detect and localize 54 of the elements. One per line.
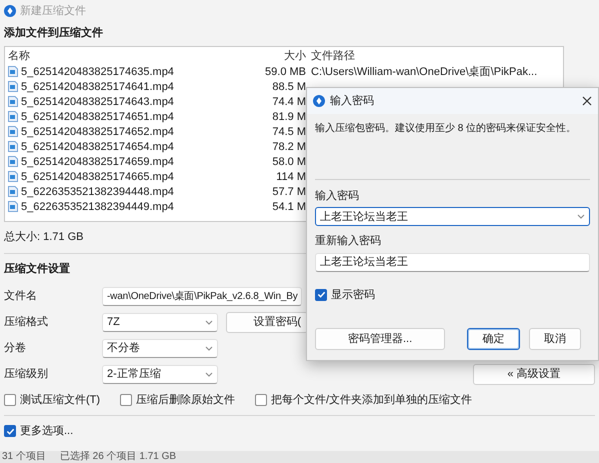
cancel-button[interactable]: 取消 <box>528 328 581 350</box>
window-title: 新建压缩文件 <box>20 4 86 18</box>
password-dropdown[interactable]: 上老王论坛当老王 <box>315 207 590 226</box>
file-name: 5_6226353521382394449.mp4 <box>21 200 174 214</box>
column-header: 文件路径 <box>310 48 355 63</box>
password-field[interactable]: 上老王论坛当老王 <box>315 252 590 272</box>
dropdown[interactable]: 7Z <box>102 312 218 332</box>
option-label: 更多选项... <box>20 424 74 438</box>
option-label: 把每个文件/文件夹添加到单独的压缩文件 <box>271 392 472 408</box>
file-name: 5_6251420483825174651.mp4 <box>21 110 174 124</box>
set-password-button[interactable]: 设置密码( <box>226 312 308 333</box>
file-size: 88.5 M <box>271 80 307 94</box>
file-size: 78.2 M <box>271 140 307 154</box>
dialog-message: 输入压缩包密码。建议使用至少 8 位的密码来保证安全性。 <box>315 122 576 135</box>
total-size: 总大小: 1.71 GB <box>4 231 84 244</box>
dropdown[interactable]: 2-正常压缩 <box>102 364 218 384</box>
advanced-settings-button[interactable]: « 高级设置 <box>473 364 595 385</box>
file-size: 57.7 M <box>271 184 307 199</box>
option-label: 显示密码 <box>331 288 375 302</box>
status-text: 31 个项目 <box>2 451 46 463</box>
file-path: C:\Users\William-wan\OneDrive\桌面\PikPak... <box>310 64 538 79</box>
file-name: 5_6251420483825174635.mp4 <box>21 64 174 79</box>
file-size: 114 M <box>275 170 307 184</box>
file-size: 74.5 M <box>271 124 307 139</box>
field-label: 压缩级别 <box>3 367 49 382</box>
file-name: 5_6251420483825174643.mp4 <box>21 94 174 109</box>
option-label: 测试压缩文件(T) <box>20 392 100 408</box>
section-title: 压缩文件设置 <box>4 262 70 276</box>
status-text: 已选择 26 个项目 1.71 GB <box>60 451 176 463</box>
section-title: 添加文件到压缩文件 <box>4 26 103 40</box>
dialog-title: 输入密码 <box>330 94 375 108</box>
file-name: 5_6251420483825174641.mp4 <box>21 80 174 94</box>
file-size: 58.0 M <box>271 154 307 169</box>
file-name: 5_6251420483825174654.mp4 <box>21 140 174 154</box>
option-label: 压缩后删除原始文件 <box>136 392 236 408</box>
filename-field[interactable]: -wan\OneDrive\桌面\PikPak_v2.6.8_Win_By <box>102 286 302 306</box>
field-label: 文件名 <box>3 289 38 304</box>
ok-button[interactable]: 确定 <box>467 328 520 350</box>
file-name: 5_6251420483825174665.mp4 <box>21 170 174 184</box>
file-name: 5_6226353521382394448.mp4 <box>21 184 174 199</box>
file-name: 5_6251420483825174659.mp4 <box>21 154 174 169</box>
dropdown[interactable]: 不分卷 <box>102 338 218 358</box>
field-label: 重新输入密码 <box>315 234 382 249</box>
field-label: 输入密码 <box>315 189 360 204</box>
file-size: 81.9 M <box>271 110 307 124</box>
file-size: 59.0 MB <box>264 64 307 79</box>
password-manager-button[interactable]: 密码管理器... <box>315 328 446 350</box>
field-label: 压缩格式 <box>3 315 49 330</box>
field-label: 分卷 <box>3 341 27 356</box>
file-name: 5_6251420483825174652.mp4 <box>21 124 174 139</box>
file-size: 54.1 M <box>271 200 307 214</box>
column-header: 大小 <box>283 48 307 63</box>
column-header: 名称 <box>7 48 31 63</box>
file-size: 74.4 M <box>271 94 307 109</box>
